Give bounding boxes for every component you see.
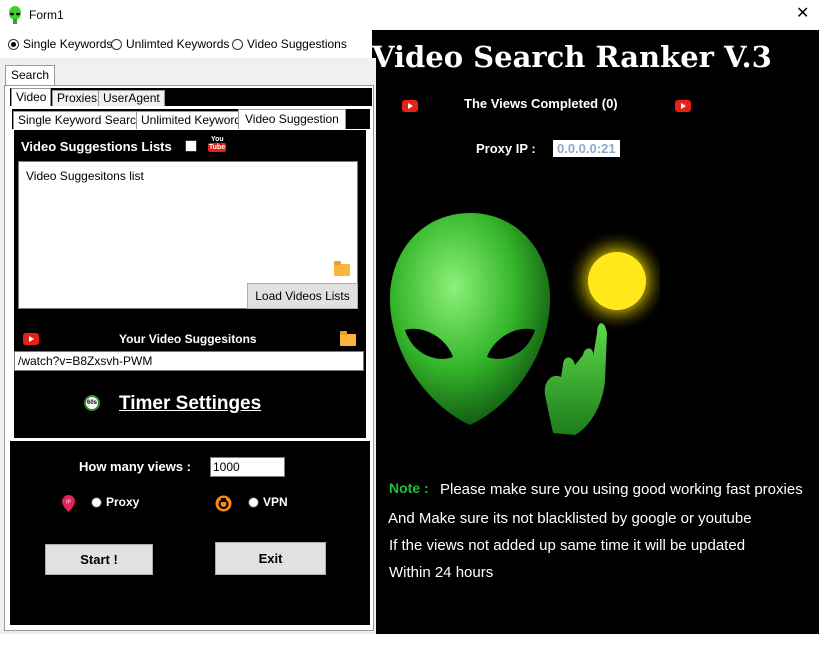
tab-single-keyword-search[interactable]: Single Keyword Search bbox=[13, 111, 148, 129]
mode-radio-row: Single Keywords Unlimted Keywords Video … bbox=[0, 30, 372, 58]
exit-button[interactable]: Exit bbox=[215, 542, 326, 575]
proxy-ip-label: Proxy IP : bbox=[476, 141, 536, 156]
svg-text:IP: IP bbox=[66, 500, 71, 506]
single-keywords-label: Single Keywords bbox=[23, 37, 113, 51]
radio-circle[interactable] bbox=[248, 496, 259, 508]
close-icon[interactable]: ✕ bbox=[796, 5, 809, 23]
video-suggestions-radio[interactable]: Video Suggestions bbox=[232, 37, 347, 51]
note-line-3: If the views not added up same time it w… bbox=[389, 537, 746, 554]
title-bar: Form1 ✕ bbox=[0, 0, 819, 30]
your-video-suggestions-label: Your Video Suggesitons bbox=[119, 332, 257, 346]
tab-proxies[interactable]: Proxies bbox=[52, 90, 103, 106]
unlimited-keywords-label: Unlimted Keywords bbox=[126, 37, 230, 51]
proxy-label: Proxy bbox=[106, 495, 140, 509]
app-alien-icon bbox=[9, 6, 21, 24]
note-line-1: Please make sure you using good working … bbox=[440, 481, 803, 498]
single-keywords-radio[interactable]: Single Keywords bbox=[8, 37, 112, 51]
video-suggestions-label: Video Suggestions bbox=[247, 37, 347, 51]
start-button[interactable]: Start ! bbox=[45, 544, 153, 575]
timer-icon: 60s bbox=[84, 395, 100, 411]
suggestions-list-placeholder: Video Suggesitons list bbox=[26, 169, 144, 183]
youtube-play-icon bbox=[23, 333, 39, 345]
unlimited-keywords-radio[interactable]: Unlimted Keywords bbox=[111, 37, 229, 51]
tab-video[interactable]: Video bbox=[11, 88, 52, 106]
note-label: Note : bbox=[389, 480, 429, 496]
youtube-logo-icon: You Tube bbox=[208, 136, 226, 152]
alien-illustration bbox=[389, 213, 660, 435]
ip-location-icon: IP bbox=[62, 495, 75, 512]
note-line-4: Within 24 hours bbox=[389, 564, 494, 581]
vpn-label: VPN bbox=[263, 495, 288, 509]
video-url-input[interactable] bbox=[14, 351, 364, 371]
tab-useragent[interactable]: UserAgent bbox=[98, 90, 165, 106]
left-panel: Search Video Proxies UserAgent Single Ke… bbox=[0, 58, 376, 634]
tab-unlimited-keywords[interactable]: Unlimited Keywords bbox=[136, 111, 253, 129]
radio-circle[interactable] bbox=[91, 496, 102, 508]
vpn-icon bbox=[215, 495, 232, 512]
timer-settings-link[interactable]: Timer Settinges bbox=[119, 393, 261, 415]
app-heading: Video Search Ranker V.3 bbox=[372, 40, 772, 74]
folder-icon[interactable] bbox=[340, 331, 356, 346]
radio-circle[interactable] bbox=[8, 38, 19, 50]
youtube-play-icon bbox=[402, 100, 418, 112]
vpn-radio[interactable]: VPN bbox=[248, 495, 288, 509]
window-title: Form1 bbox=[29, 8, 64, 22]
proxy-ip-value: 0.0.0.0:21 bbox=[553, 140, 620, 157]
bottom-border bbox=[0, 634, 819, 647]
tab-search[interactable]: Search bbox=[5, 65, 56, 85]
views-count-input[interactable] bbox=[210, 457, 285, 477]
radio-circle[interactable] bbox=[111, 38, 122, 50]
note-line-2: And Make sure its not blacklisted by goo… bbox=[388, 510, 752, 527]
views-completed-label: The Views Completed (0) bbox=[464, 96, 618, 111]
suggestions-lists-label: Video Suggestions Lists bbox=[21, 139, 172, 154]
suggestions-checkbox[interactable] bbox=[185, 140, 197, 152]
tab-video-suggestion[interactable]: Video Suggestion bbox=[238, 109, 346, 129]
radio-circle[interactable] bbox=[232, 38, 243, 50]
proxy-radio[interactable]: Proxy bbox=[91, 495, 139, 509]
how-many-views-label: How many views : bbox=[79, 459, 191, 474]
load-videos-lists-button[interactable]: Load Videos Lists bbox=[247, 283, 358, 309]
folder-icon[interactable] bbox=[334, 261, 350, 276]
youtube-play-icon bbox=[675, 100, 691, 112]
